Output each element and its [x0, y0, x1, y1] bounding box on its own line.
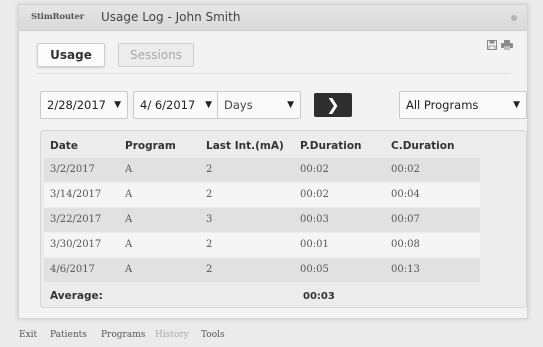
column-header-c-duration: C.Duration — [391, 140, 455, 152]
cell-last-intensity: 3 — [206, 214, 213, 225]
nav-programs[interactable]: Programs — [101, 330, 145, 340]
cell-c-duration: 00:07 — [391, 214, 420, 225]
table-row[interactable]: 3/14/2017 A 2 00:02 00:04 — [44, 183, 480, 207]
cell-last-intensity: 2 — [206, 264, 213, 275]
table-row[interactable]: 3/2/2017 A 2 00:02 00:02 — [44, 158, 480, 182]
tab-sessions[interactable]: Sessions — [118, 43, 194, 67]
nav-patients[interactable]: Patients — [50, 330, 87, 340]
header-divider — [37, 73, 511, 74]
cell-date: 4/6/2017 — [50, 264, 95, 275]
period-select[interactable]: Days ▼ — [217, 91, 301, 119]
table-row[interactable]: 3/30/2017 A 2 00:01 00:08 — [44, 233, 480, 257]
period-value: Days — [224, 98, 253, 112]
usage-table: Date Program Last Int.(mA) P.Duration C.… — [40, 130, 527, 308]
tab-usage[interactable]: Usage — [37, 43, 105, 67]
cell-program: A — [125, 264, 133, 275]
cell-c-duration: 00:04 — [391, 189, 420, 200]
chevron-down-icon: ▼ — [205, 100, 212, 110]
brand-logo: StimRouter — [31, 12, 85, 22]
cell-c-duration: 00:08 — [391, 239, 420, 250]
column-header-program: Program — [125, 140, 176, 152]
nav-exit[interactable]: Exit — [19, 330, 37, 340]
cell-program: A — [125, 164, 133, 175]
window-title: Usage Log - John Smith — [101, 10, 241, 24]
column-header-p-duration: P.Duration — [300, 140, 362, 152]
cell-program: A — [125, 239, 133, 250]
nav-history[interactable]: History — [155, 330, 189, 340]
cell-p-duration: 00:02 — [300, 189, 329, 200]
cell-c-duration: 00:13 — [391, 264, 420, 275]
cell-last-intensity: 2 — [206, 189, 213, 200]
cell-program: A — [125, 214, 133, 225]
start-date-select[interactable]: 2/28/2017 ▼ — [40, 91, 128, 119]
cell-date: 3/22/2017 — [50, 214, 102, 225]
average-label: Average: — [50, 290, 103, 302]
end-date-value: 4/ 6/2017 — [140, 98, 196, 112]
start-date-value: 2/28/2017 — [47, 98, 106, 112]
cell-program: A — [125, 189, 133, 200]
window-close-icon[interactable] — [511, 15, 517, 21]
cell-last-intensity: 2 — [206, 239, 213, 250]
cell-last-intensity: 2 — [206, 164, 213, 175]
column-header-last-intensity: Last Int.(mA) — [206, 140, 284, 152]
end-date-select[interactable]: 4/ 6/2017 ▼ — [133, 91, 219, 119]
average-p-duration: 00:03 — [303, 291, 335, 302]
cell-p-duration: 00:05 — [300, 264, 329, 275]
title-bar: StimRouter Usage Log - John Smith — [19, 5, 527, 31]
cell-p-duration: 00:02 — [300, 164, 329, 175]
go-button[interactable]: ❯ — [314, 93, 352, 117]
cell-date: 3/2/2017 — [50, 164, 95, 175]
nav-tools[interactable]: Tools — [201, 330, 225, 340]
bottom-nav: Exit Patients Programs History Tools — [0, 330, 543, 344]
chevron-down-icon: ▼ — [114, 100, 121, 110]
cell-p-duration: 00:03 — [300, 214, 329, 225]
program-value: All Programs — [406, 98, 479, 112]
chevron-down-icon: ▼ — [513, 100, 520, 110]
cell-c-duration: 00:02 — [391, 164, 420, 175]
cell-date: 3/14/2017 — [50, 189, 102, 200]
save-icon[interactable] — [487, 40, 497, 50]
cell-p-duration: 00:01 — [300, 239, 329, 250]
column-header-date: Date — [50, 140, 78, 152]
chevron-down-icon: ▼ — [287, 100, 294, 110]
program-select[interactable]: All Programs ▼ — [399, 91, 527, 119]
table-row[interactable]: 3/22/2017 A 3 00:03 00:07 — [44, 208, 480, 232]
table-row[interactable]: 4/6/2017 A 2 00:05 00:13 — [44, 258, 480, 282]
usage-log-window: StimRouter Usage Log - John Smith Usage … — [18, 4, 528, 319]
print-icon[interactable] — [501, 40, 513, 50]
cell-date: 3/30/2017 — [50, 239, 102, 250]
